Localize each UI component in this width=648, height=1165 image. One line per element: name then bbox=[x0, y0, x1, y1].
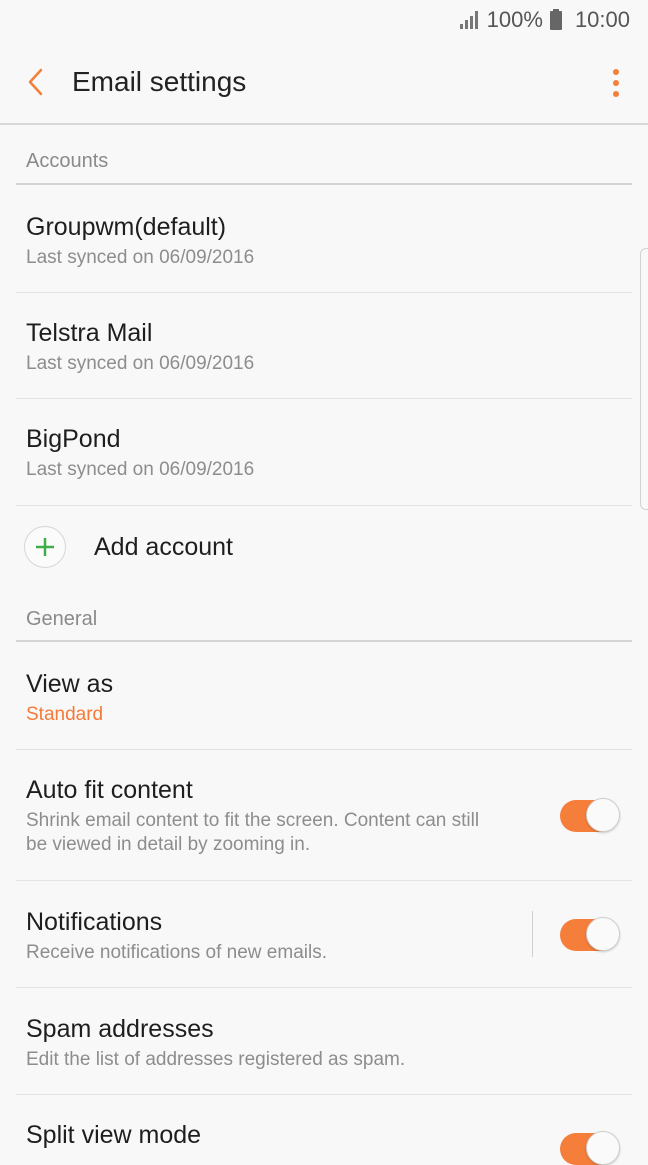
battery-icon bbox=[549, 9, 562, 30]
setting-title: Split view mode bbox=[26, 1121, 202, 1149]
battery-percent: 100% bbox=[486, 7, 543, 32]
notifications-toggle[interactable] bbox=[560, 917, 620, 951]
split-view-mode-setting[interactable]: Split view mode bbox=[16, 1095, 632, 1165]
clock: 10:00 bbox=[574, 7, 630, 32]
section-header-general: General bbox=[16, 608, 632, 642]
setting-description: Receive notifications of new emails. bbox=[26, 942, 327, 963]
auto-fit-content-setting[interactable]: Auto fit content Shrink email content to… bbox=[16, 750, 632, 881]
account-item-bigpond[interactable]: BigPond Last synced on 06/09/2016 bbox=[16, 399, 632, 506]
back-arrow-icon bbox=[28, 68, 43, 95]
toggle-knob bbox=[586, 798, 620, 832]
setting-title: View as bbox=[26, 670, 114, 698]
setting-description-line: Shrink email content to fit the screen. … bbox=[26, 810, 480, 831]
account-item-telstra-mail[interactable]: Telstra Mail Last synced on 06/09/2016 bbox=[16, 293, 632, 399]
back-button[interactable] bbox=[0, 39, 72, 124]
account-sync-status: Last synced on 06/09/2016 bbox=[26, 247, 255, 268]
more-options-icon bbox=[613, 69, 619, 97]
signal-icon bbox=[459, 11, 478, 29]
setting-title: Spam addresses bbox=[26, 1015, 214, 1043]
app-bar: Email settings bbox=[0, 40, 648, 125]
setting-title: Notifications bbox=[26, 908, 163, 936]
toggle-knob bbox=[586, 1131, 620, 1165]
notifications-setting[interactable]: Notifications Receive notifications of n… bbox=[16, 881, 632, 988]
account-sync-status: Last synced on 06/09/2016 bbox=[26, 459, 255, 480]
add-account-button[interactable]: Add account bbox=[16, 506, 632, 588]
add-icon-container bbox=[24, 526, 66, 568]
view-as-setting[interactable]: View as Standard bbox=[16, 643, 632, 750]
account-name: Groupwm(default) bbox=[26, 213, 227, 241]
setting-value: Standard bbox=[26, 704, 104, 725]
setting-description: Edit the list of addresses registered as… bbox=[26, 1049, 406, 1070]
scroll-indicator bbox=[640, 248, 648, 510]
page-title: Email settings bbox=[72, 65, 247, 97]
account-item-groupwm[interactable]: Groupwm(default) Last synced on 06/09/20… bbox=[16, 186, 632, 293]
more-options-button[interactable] bbox=[606, 66, 626, 100]
add-icon bbox=[36, 538, 54, 556]
status-bar: 100% 10:00 bbox=[0, 0, 648, 40]
setting-description: Shrink email content to fit the screen. … bbox=[26, 809, 632, 857]
setting-description-line: be viewed in detail by zooming in. bbox=[26, 834, 311, 855]
split-view-mode-toggle[interactable] bbox=[560, 1131, 620, 1165]
account-sync-status: Last synced on 06/09/2016 bbox=[26, 353, 255, 374]
add-account-label: Add account bbox=[94, 532, 233, 561]
account-name: BigPond bbox=[26, 425, 121, 453]
setting-title: Auto fit content bbox=[26, 776, 193, 804]
toggle-knob bbox=[586, 917, 620, 951]
divider bbox=[532, 911, 533, 957]
account-name: Telstra Mail bbox=[26, 319, 153, 347]
auto-fit-content-toggle[interactable] bbox=[560, 798, 620, 832]
spam-addresses-setting[interactable]: Spam addresses Edit the list of addresse… bbox=[16, 988, 632, 1095]
section-header-accounts: Accounts bbox=[16, 150, 632, 185]
